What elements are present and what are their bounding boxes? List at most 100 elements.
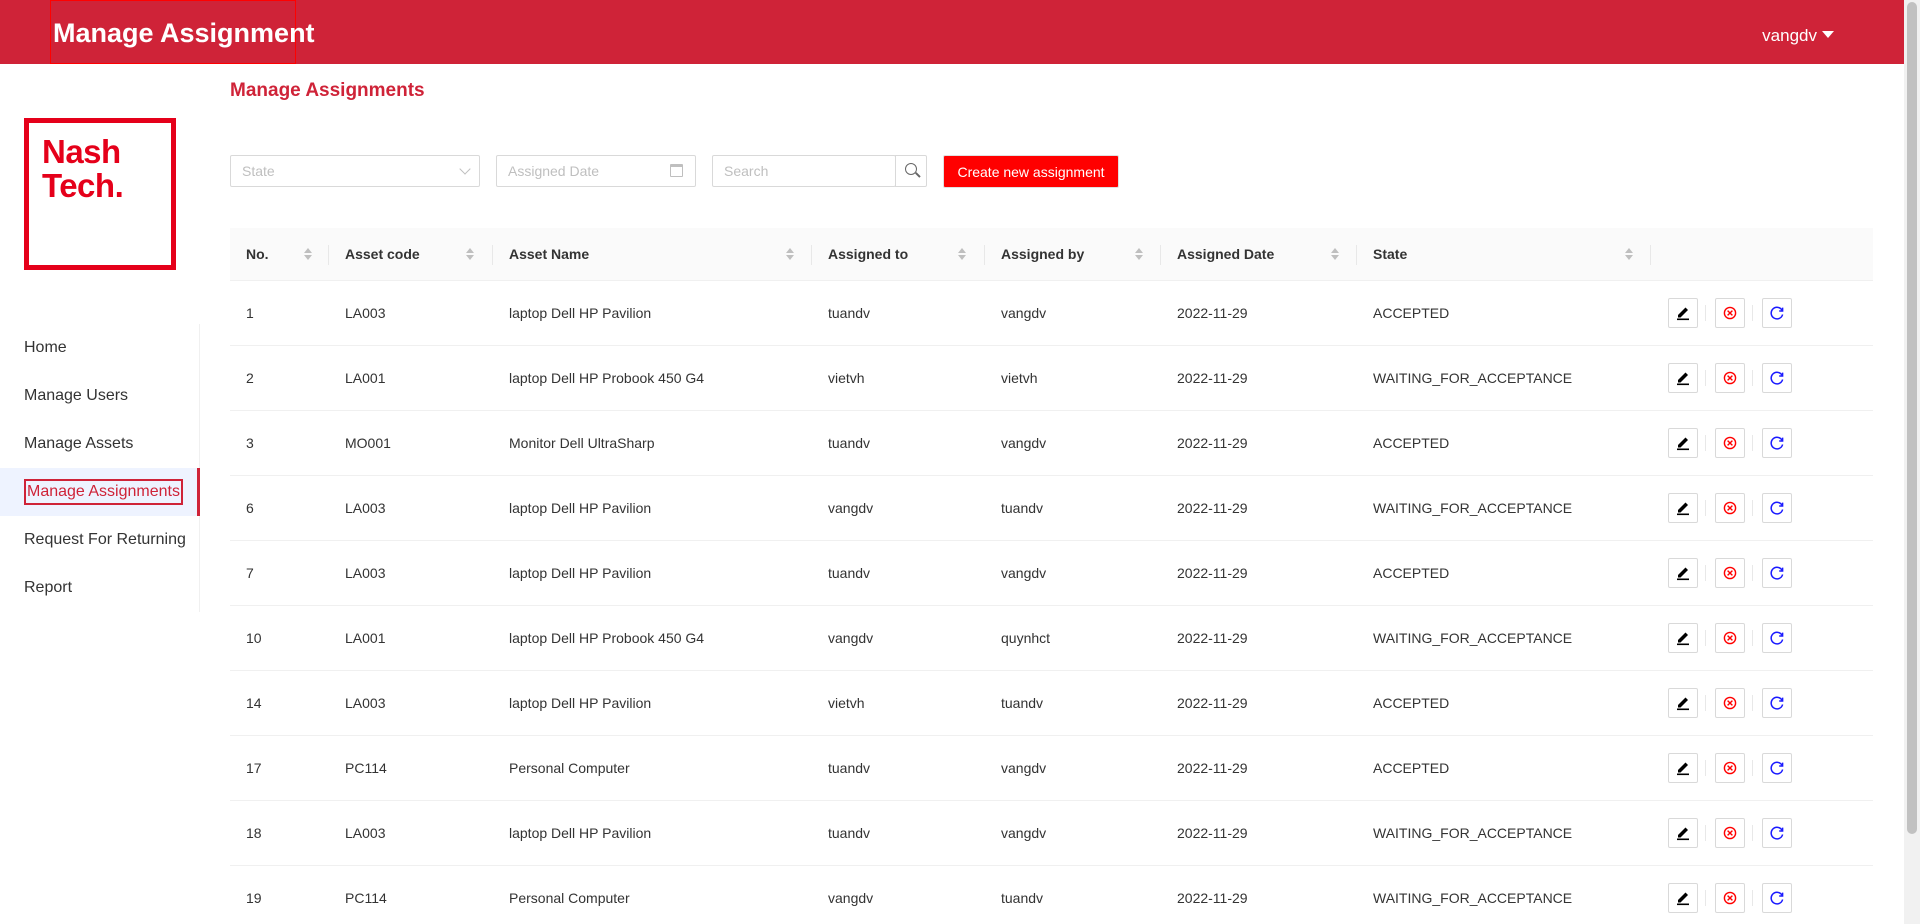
- sort-icon[interactable]: [1331, 248, 1339, 261]
- sidebar-item-report[interactable]: Report: [0, 564, 200, 612]
- delete-button[interactable]: [1715, 558, 1745, 588]
- edit-button[interactable]: [1668, 428, 1698, 458]
- cell-asset-code: LA003: [345, 500, 386, 516]
- assigned-date-picker[interactable]: Assigned Date: [496, 155, 696, 187]
- column-header-assigned-date[interactable]: Assigned Date: [1177, 228, 1274, 281]
- edit-button[interactable]: [1668, 623, 1698, 653]
- cell-asset-name: laptop Dell HP Probook 450 G4: [509, 370, 705, 386]
- pencil-icon: [1677, 632, 1689, 646]
- edit-button[interactable]: [1668, 558, 1698, 588]
- table-row[interactable]: 18 LA003 laptop Dell HP Pavilion tuandv vang…: [230, 801, 1873, 866]
- return-button[interactable]: [1762, 688, 1792, 718]
- sort-icon[interactable]: [1135, 248, 1143, 261]
- sort-icon[interactable]: [958, 248, 966, 261]
- cell-asset-code: LA003: [345, 825, 386, 841]
- delete-button[interactable]: [1715, 883, 1745, 913]
- delete-button[interactable]: [1715, 298, 1745, 328]
- edit-button[interactable]: [1668, 753, 1698, 783]
- table-row[interactable]: 14 LA003 laptop Dell HP Pavilion vietvh tuan…: [230, 671, 1873, 736]
- return-button[interactable]: [1762, 883, 1792, 913]
- sidebar-item-manage-assets[interactable]: Manage Assets: [0, 420, 200, 468]
- delete-button[interactable]: [1715, 818, 1745, 848]
- edit-button[interactable]: [1668, 363, 1698, 393]
- column-header-assigned-to[interactable]: Assigned to: [828, 228, 908, 281]
- scrollbar-thumb[interactable]: [1907, 2, 1917, 834]
- cell-assigned-by: vietvh: [1001, 370, 1038, 386]
- cell-assigned-to: tuandv: [828, 825, 871, 841]
- action-separator: [1752, 825, 1753, 841]
- refresh-icon: [1770, 436, 1784, 450]
- cell-asset-code: MO001: [345, 435, 391, 451]
- edit-button[interactable]: [1668, 298, 1698, 328]
- cell-assigned-by: vangdv: [1001, 760, 1047, 776]
- vertical-scrollbar[interactable]: [1904, 0, 1920, 924]
- table-row[interactable]: 17 PC114 Personal Computer tuandv vangdv 2022…: [230, 736, 1873, 801]
- cell-asset-code: LA001: [345, 630, 386, 646]
- table-row[interactable]: 19 PC114 Personal Computer vangdv tuandv 2022…: [230, 866, 1873, 924]
- logo-line-2: Tech.: [42, 167, 124, 204]
- cell-state: ACCEPTED: [1373, 565, 1450, 581]
- sidebar-item-home[interactable]: Home: [0, 324, 200, 372]
- column-header-asset-name[interactable]: Asset Name: [509, 228, 589, 281]
- return-button[interactable]: [1762, 428, 1792, 458]
- delete-button[interactable]: [1715, 623, 1745, 653]
- return-button[interactable]: [1762, 298, 1792, 328]
- edit-button[interactable]: [1668, 493, 1698, 523]
- sidebar-item-manage-users[interactable]: Manage Users: [0, 372, 200, 420]
- cell-no: 18: [246, 825, 262, 841]
- delete-button[interactable]: [1715, 688, 1745, 718]
- pencil-icon: [1677, 307, 1689, 321]
- delete-button[interactable]: [1715, 363, 1745, 393]
- delete-button[interactable]: [1715, 753, 1745, 783]
- search-button[interactable]: [895, 155, 927, 187]
- sort-icon[interactable]: [304, 248, 312, 261]
- action-separator: [1752, 565, 1753, 581]
- column-header-state[interactable]: State: [1373, 228, 1407, 281]
- cell-asset-code: LA003: [345, 565, 386, 581]
- cell-asset-name: Monitor Dell UltraSharp: [509, 435, 655, 451]
- cell-state: WAITING_FOR_ACCEPTANCE: [1373, 370, 1573, 386]
- create-new-assignment-button[interactable]: Create new assignment: [943, 155, 1119, 188]
- cell-state: WAITING_FOR_ACCEPTANCE: [1373, 500, 1573, 516]
- table-row[interactable]: 3 MO001 Monitor Dell UltraSharp tuandv vangd…: [230, 411, 1873, 476]
- sidebar-item-request-for-returning[interactable]: Request For Returning: [0, 516, 200, 564]
- return-button[interactable]: [1762, 558, 1792, 588]
- delete-button[interactable]: [1715, 493, 1745, 523]
- return-button[interactable]: [1762, 818, 1792, 848]
- return-button[interactable]: [1762, 363, 1792, 393]
- sort-icon[interactable]: [1625, 248, 1633, 261]
- table-row[interactable]: 1 LA003 laptop Dell HP Pavilion tuandv vangd…: [230, 281, 1873, 346]
- table-row[interactable]: 10 LA001 laptop Dell HP Probook 450 G4 vang…: [230, 606, 1873, 671]
- action-separator: [1705, 890, 1706, 906]
- cell-assigned-date: 2022-11-29: [1177, 825, 1248, 841]
- column-header-asset-code[interactable]: Asset code: [345, 228, 420, 281]
- edit-button[interactable]: [1668, 688, 1698, 718]
- edit-button[interactable]: [1668, 883, 1698, 913]
- search-input[interactable]: Search: [712, 155, 896, 187]
- user-menu[interactable]: vangdv: [1762, 0, 1834, 64]
- sort-icon[interactable]: [466, 248, 474, 261]
- return-button[interactable]: [1762, 623, 1792, 653]
- delete-button[interactable]: [1715, 428, 1745, 458]
- sidebar-item-manage-assignments[interactable]: Manage Assignments: [0, 468, 200, 516]
- sort-icon[interactable]: [786, 248, 794, 261]
- action-separator: [1705, 565, 1706, 581]
- column-header-no[interactable]: No.: [246, 228, 269, 281]
- cell-no: 3: [246, 435, 254, 451]
- state-filter-select[interactable]: State: [230, 155, 480, 187]
- edit-button[interactable]: [1668, 818, 1698, 848]
- cell-assigned-by: vangdv: [1001, 435, 1047, 451]
- cell-assigned-to: tuandv: [828, 305, 871, 321]
- refresh-icon: [1770, 306, 1784, 320]
- pencil-icon: [1677, 697, 1689, 711]
- table-row[interactable]: 6 LA003 laptop Dell HP Pavilion vangdv tuand…: [230, 476, 1873, 541]
- cell-assigned-by: tuandv: [1001, 890, 1044, 906]
- table-row[interactable]: 7 LA003 laptop Dell HP Pavilion tuandv vangd…: [230, 541, 1873, 606]
- return-button[interactable]: [1762, 493, 1792, 523]
- cell-assigned-date: 2022-11-29: [1177, 630, 1248, 646]
- table-row[interactable]: 2 LA001 laptop Dell HP Probook 450 G4 vietv…: [230, 346, 1873, 411]
- table-body: 1 LA003 laptop Dell HP Pavilion tuandv vangd…: [230, 281, 1873, 924]
- cell-assigned-by: vangdv: [1001, 565, 1047, 581]
- return-button[interactable]: [1762, 753, 1792, 783]
- column-header-assigned-by[interactable]: Assigned by: [1001, 228, 1084, 281]
